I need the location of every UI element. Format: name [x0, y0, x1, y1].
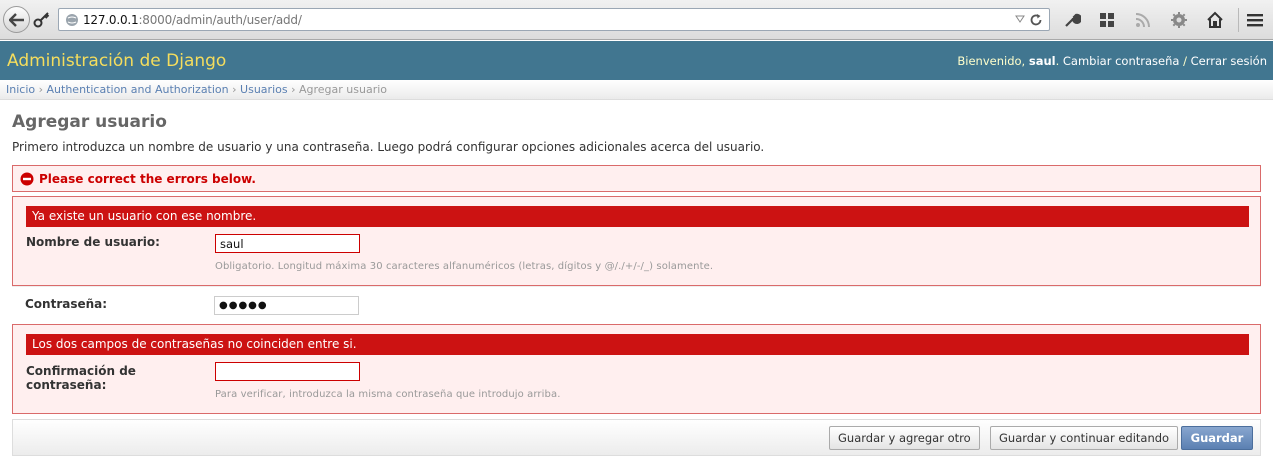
- save-and-add-another-button[interactable]: Guardar y agregar otro: [829, 426, 980, 450]
- breadcrumb: Inicio › Authentication and Authorizatio…: [0, 80, 1273, 100]
- address-bar[interactable]: 127.0.0.1:8000/admin/auth/user/add/: [58, 8, 1050, 31]
- submit-row: Guardar y agregar otro Guardar y continu…: [12, 419, 1261, 456]
- back-arrow-icon: [8, 12, 24, 27]
- dropdown-triangle-icon[interactable]: [1015, 14, 1025, 24]
- breadcrumb-app[interactable]: Authentication and Authorization: [47, 83, 229, 96]
- password-row: Contraseña:: [12, 286, 1261, 324]
- username-help: Obligatorio. Longitud máxima 30 caracter…: [215, 261, 714, 272]
- browser-toolbar: 127.0.0.1:8000/admin/auth/user/add/: [0, 0, 1273, 40]
- username-label: Nombre de usuario:: [26, 235, 160, 249]
- save-button[interactable]: Guardar: [1181, 426, 1253, 450]
- toolbar-separator: [1238, 8, 1239, 32]
- change-password-link[interactable]: Cambiar contraseña: [1063, 54, 1180, 68]
- username-error: Ya existe un usuario con ese nombre.: [26, 206, 1249, 227]
- password-label: Contraseña:: [25, 297, 108, 311]
- error-note: Please correct the errors below.: [12, 165, 1261, 192]
- breadcrumb-home[interactable]: Inicio: [6, 83, 35, 96]
- username-row: Ya existe un usuario con ese nombre. Nom…: [12, 196, 1261, 286]
- password-confirm-label: Confirmación de contraseña:: [26, 364, 136, 392]
- password-confirm-row: Los dos campos de contraseñas no coincid…: [12, 324, 1261, 414]
- site-brand: Administración de Django: [7, 51, 227, 71]
- wrench-icon[interactable]: [1062, 10, 1082, 30]
- current-username: saul: [1028, 54, 1056, 68]
- home-icon[interactable]: [1205, 10, 1225, 30]
- username-input[interactable]: [215, 234, 360, 253]
- key-icon: [33, 12, 50, 28]
- save-and-continue-button[interactable]: Guardar y continuar editando: [990, 426, 1179, 450]
- menu-icon[interactable]: [1245, 10, 1265, 30]
- settings-gear-icon[interactable]: [1169, 10, 1189, 30]
- password-input[interactable]: [214, 296, 359, 315]
- breadcrumb-model[interactable]: Usuarios: [240, 83, 288, 96]
- error-icon: [20, 172, 34, 186]
- page-title: Agregar usuario: [12, 112, 167, 132]
- url-text: 127.0.0.1:8000/admin/auth/user/add/: [83, 13, 302, 27]
- grid-icon[interactable]: [1097, 10, 1117, 30]
- breadcrumb-current: Agregar usuario: [299, 83, 388, 96]
- rss-icon[interactable]: [1133, 10, 1153, 30]
- intro-text: Primero introduzca un nombre de usuario …: [12, 140, 765, 154]
- logout-link[interactable]: Cerrar sesión: [1191, 54, 1267, 68]
- password-confirm-help: Para verificar, introduzca la misma cont…: [215, 389, 561, 400]
- site-identity-button[interactable]: [30, 10, 54, 30]
- globe-icon: [66, 14, 78, 26]
- user-tools: Bienvenido, saul. Cambiar contraseña / C…: [957, 54, 1267, 68]
- reload-icon[interactable]: [1029, 13, 1043, 27]
- password-confirm-input[interactable]: [215, 362, 360, 381]
- admin-header: Administración de Django Bienvenido, sau…: [0, 41, 1273, 80]
- back-button[interactable]: [3, 6, 30, 33]
- password-confirm-error: Los dos campos de contraseñas no coincid…: [26, 334, 1249, 355]
